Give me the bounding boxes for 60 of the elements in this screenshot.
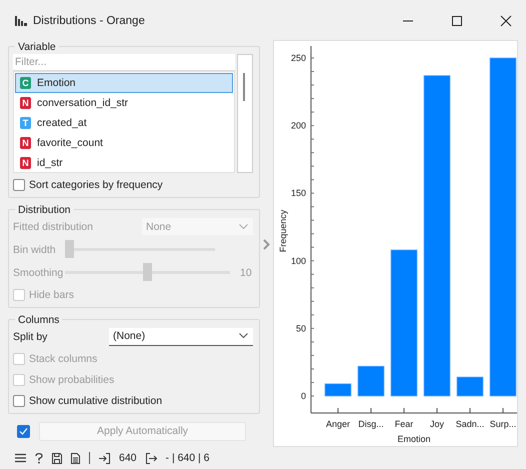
- field-label: Fitted distribution: [13, 220, 94, 233]
- histogram-icon: [15, 16, 27, 26]
- field-label: Bin width: [13, 244, 57, 256]
- type-badge: N: [20, 136, 31, 149]
- variable-item[interactable]: C Emotion: [15, 72, 234, 93]
- caret-icon: [239, 333, 248, 340]
- window-title: Distributions - Orange: [33, 14, 145, 27]
- y-axis-title: Frequency: [278, 210, 288, 252]
- sort-checkbox[interactable]: Sort categories by frequency: [13, 176, 254, 194]
- menu-icon[interactable]: [15, 453, 26, 464]
- type-badge: N: [20, 96, 31, 109]
- close-icon[interactable]: [500, 14, 512, 27]
- x-tick-label: Joy: [430, 418, 444, 429]
- group-title: Distribution: [17, 204, 72, 216]
- variable-name: Emotion: [37, 76, 76, 89]
- y-tick-label: 250: [290, 52, 306, 63]
- variable-item[interactable]: N conversation_id_str: [15, 92, 234, 113]
- field-label: Smoothing: [13, 266, 61, 279]
- x-tick-label: Fear: [394, 418, 414, 429]
- y-tick-label: 50: [296, 323, 306, 334]
- slider-value: 10: [240, 266, 252, 279]
- variable-item[interactable]: T created_at: [15, 112, 234, 133]
- bar: [324, 383, 352, 396]
- save-icon[interactable]: [52, 452, 62, 464]
- y-tick-label: 100: [290, 256, 306, 266]
- document-icon[interactable]: [71, 452, 80, 464]
- group-title: Columns: [17, 314, 60, 326]
- maximize-icon[interactable]: [451, 14, 463, 27]
- x-tick-label: Anger: [326, 418, 350, 429]
- field-label: Split by: [13, 330, 48, 343]
- input-count: 640: [119, 452, 137, 464]
- group-title: Variable: [17, 40, 57, 53]
- x-tick-label: Sadn...: [456, 418, 484, 429]
- variable-item[interactable]: N favorite_count: [15, 132, 234, 153]
- variable-name: id_str: [37, 156, 63, 169]
- type-badge: C: [20, 76, 31, 89]
- caret-icon: [239, 224, 248, 230]
- help-icon[interactable]: [35, 452, 43, 464]
- variable-name: favorite_count: [37, 136, 103, 149]
- split-by-dropdown[interactable]: (None): [109, 328, 254, 346]
- input-icon: [99, 452, 110, 464]
- type-badge: N: [20, 156, 31, 169]
- option-checkbox[interactable]: Show cumulative distribution: [13, 392, 254, 410]
- variable-name: created_at: [37, 116, 87, 129]
- variable-item[interactable]: N id_str: [15, 152, 234, 172]
- variable-name: conversation_id_str: [37, 96, 128, 109]
- auto-apply-checkbox[interactable]: [17, 424, 30, 438]
- x-tick-label: Disg...: [358, 418, 384, 429]
- output-summary: - | 640 | 6: [166, 452, 210, 464]
- y-tick-label: 0: [300, 390, 306, 401]
- y-tick-label: 200: [290, 120, 306, 131]
- x-axis-title: Emotion: [397, 434, 431, 444]
- scrollbar[interactable]: [237, 54, 254, 173]
- y-tick-label: 150: [290, 188, 306, 198]
- bar: [358, 366, 384, 396]
- filter-field[interactable]: Filter...: [13, 54, 236, 71]
- type-badge: T: [20, 116, 31, 129]
- bar: [456, 376, 484, 396]
- output-icon: [146, 452, 157, 464]
- x-tick-label: Surp...: [490, 418, 516, 429]
